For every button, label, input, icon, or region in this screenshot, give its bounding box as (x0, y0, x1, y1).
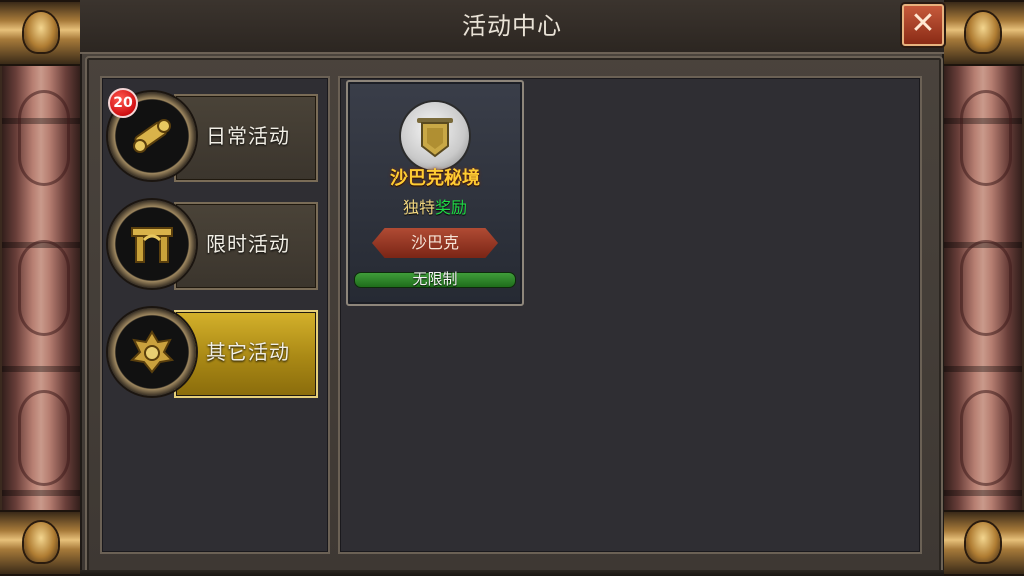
pillar-ornament-icon (960, 90, 1012, 186)
category-other-button[interactable]: 其它活动 (108, 308, 318, 398)
category-daily-button[interactable]: 日常活动 20 (108, 88, 318, 182)
window-title: 活动中心 (462, 12, 562, 40)
notification-badge: 20 (108, 88, 138, 118)
activity-card-shabake[interactable]: 沙巴克秘境 独特奖励 沙巴克 无限制 (346, 80, 524, 306)
pillar-ornament-icon (18, 390, 70, 486)
activity-limit: 无限制 (412, 270, 458, 288)
category-limited-button[interactable]: 限时活动 (108, 200, 318, 290)
gate-icon (108, 200, 196, 288)
close-button[interactable]: ✕ (902, 4, 944, 46)
category-label: 其它活动 (206, 340, 290, 364)
reward-text-part1: 独特 (402, 198, 435, 217)
activity-location-tag: 沙巴克 (372, 228, 498, 258)
pillar-ornament-icon (18, 90, 70, 186)
right-pillar-decoration (942, 0, 1024, 576)
activity-name: 沙巴克秘境 (390, 168, 480, 189)
pillar-ornament-icon (960, 240, 1012, 336)
pillar-ornament-icon (18, 240, 70, 336)
left-pillar-decoration (0, 0, 82, 576)
dragon-emblem-icon (108, 308, 196, 396)
close-icon: ✕ (910, 6, 936, 41)
activity-reward: 独特奖励 (348, 194, 522, 218)
window-bottom-edge (80, 570, 944, 576)
banner-emblem-icon (401, 102, 469, 170)
activity-center-window: 活动中心 ✕ 日常活动 20 限时活动 其它活动 沙巴克秘境 独特奖励 沙巴克 … (80, 0, 944, 576)
pillar-cap-icon (942, 0, 1024, 66)
title-bar: 活动中心 ✕ (80, 0, 944, 54)
pillar-cap-icon (942, 510, 1024, 576)
pillar-ornament-icon (960, 390, 1012, 486)
category-label: 限时活动 (206, 232, 290, 256)
reward-text-part2: 奖励 (435, 198, 468, 217)
pillar-cap-icon (0, 0, 82, 66)
pillar-cap-icon (0, 510, 82, 576)
game-screen: 活动中心 ✕ 日常活动 20 限时活动 其它活动 沙巴克秘境 独特奖励 沙巴克 … (0, 0, 1024, 576)
category-label: 日常活动 (206, 124, 290, 148)
